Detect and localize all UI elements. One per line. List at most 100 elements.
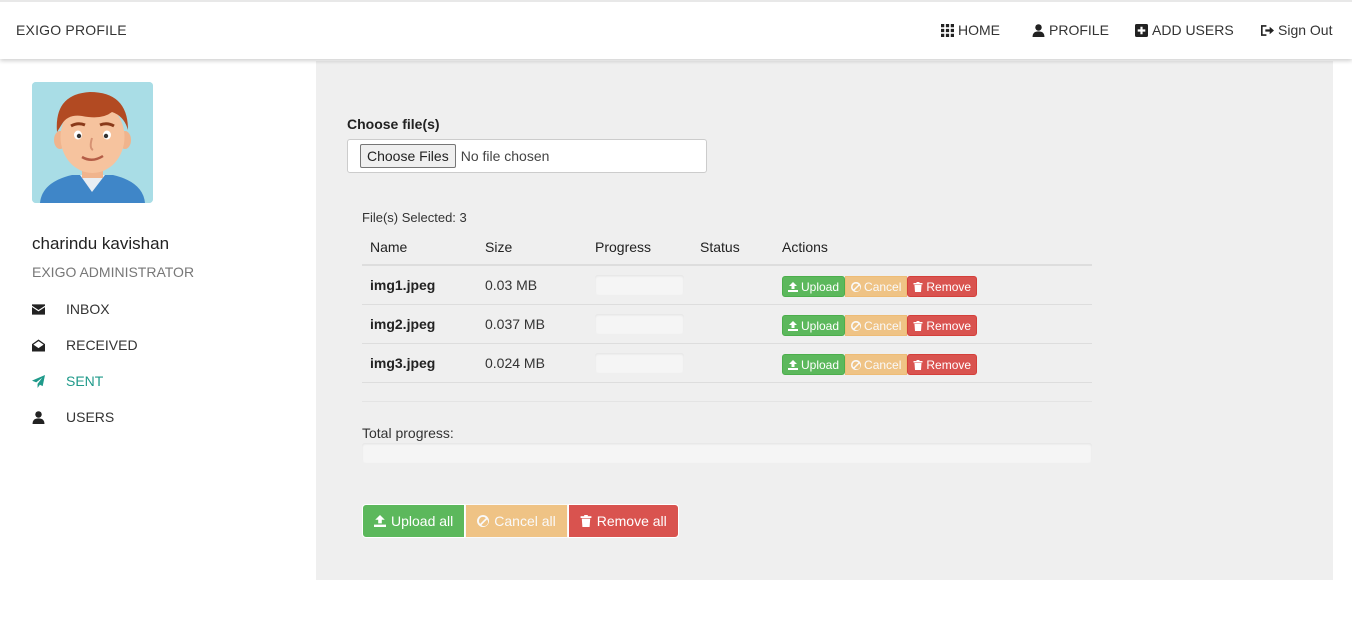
envelope-open-icon [32, 338, 45, 352]
file-name: img2.jpeg [370, 316, 436, 332]
page-scrollbar[interactable] [1346, 61, 1352, 626]
column-header-status: Status [700, 239, 740, 255]
remove-button[interactable]: Remove [907, 354, 978, 375]
upload-icon [788, 320, 798, 331]
file-progress-bar [595, 275, 684, 295]
upload-button-label: Upload [801, 279, 840, 294]
sidebar-item-sent[interactable]: SENT [32, 373, 103, 389]
file-input[interactable]: Choose Files No file chosen [347, 139, 707, 173]
nav-add-users-label: ADD USERS [1152, 22, 1234, 38]
cancel-button-label: Cancel [864, 357, 902, 372]
sign-out-icon [1261, 24, 1274, 36]
divider [362, 401, 1092, 402]
table-row: img3.jpeg 0.024 MB Upload Cancel Remove [362, 344, 1092, 383]
user-icon [32, 410, 45, 424]
cancel-button-label: Cancel [864, 318, 902, 333]
upload-icon [374, 515, 386, 527]
user-name: charindu kavishan [32, 234, 170, 253]
column-header-progress: Progress [595, 239, 652, 255]
column-header-size: Size [485, 239, 513, 255]
upload-button[interactable]: Upload [782, 315, 846, 336]
trash-icon [913, 281, 923, 292]
table-row: img1.jpeg 0.03 MB Upload Cancel Remove [362, 266, 1092, 305]
avatar-illustration [32, 82, 153, 203]
files-selected-count: File(s) Selected: 3 [362, 210, 467, 225]
table-row: img2.jpeg 0.037 MB Upload Cancel Remove [362, 305, 1092, 344]
nav-home-label: HOME [958, 22, 1000, 38]
column-header-name: Name [370, 239, 408, 255]
file-size: 0.024 MB [485, 355, 545, 371]
file-progress-bar [595, 314, 684, 334]
profile-sidebar: charindu kavishan EXIGO ADMINISTRATOR IN… [16, 61, 316, 581]
trash-icon [913, 320, 923, 331]
upload-button[interactable]: Upload [782, 276, 846, 297]
trash-icon [913, 359, 923, 370]
remove-button-label: Remove [926, 357, 972, 372]
remove-button[interactable]: Remove [907, 276, 978, 297]
choose-files-label: Choose file(s) [347, 116, 440, 132]
trash-icon [580, 515, 592, 527]
sidebar-item-label: USERS [66, 409, 115, 425]
upload-icon [788, 359, 798, 370]
sidebar-item-label: RECEIVED [66, 337, 138, 353]
cancel-button[interactable]: Cancel [845, 276, 908, 297]
upload-all-label: Upload all [391, 513, 454, 529]
choose-files-button[interactable]: Choose Files [360, 144, 456, 168]
remove-button-label: Remove [926, 318, 972, 333]
upload-button[interactable]: Upload [782, 354, 846, 375]
cancel-button[interactable]: Cancel [845, 315, 908, 336]
total-progress-label: Total progress: [362, 425, 454, 441]
sidebar-item-users[interactable]: USERS [32, 409, 114, 425]
total-progress-bar [362, 443, 1092, 463]
row-actions: Upload Cancel Remove [782, 354, 978, 375]
ban-icon [851, 320, 862, 331]
cancel-all-button[interactable]: Cancel all [465, 504, 568, 538]
nav-add-users[interactable]: ADD USERS [1135, 22, 1234, 38]
nav-profile[interactable]: PROFILE [1032, 22, 1109, 38]
sidebar-item-label: INBOX [66, 301, 110, 317]
envelope-icon [32, 303, 45, 315]
nav-home[interactable]: HOME [941, 22, 1000, 38]
nav-sign-out[interactable]: Sign Out [1261, 22, 1332, 38]
file-name: img3.jpeg [370, 355, 436, 371]
remove-button-label: Remove [926, 279, 972, 294]
upload-queue-table: Name Size Progress Status Actions img1.j… [362, 231, 1092, 383]
ban-icon [477, 515, 490, 527]
upload-icon [788, 281, 798, 292]
remove-button[interactable]: Remove [907, 315, 978, 336]
brand-title[interactable]: EXIGO PROFILE [16, 22, 127, 38]
sidebar-item-label: SENT [66, 373, 104, 389]
table-header: Name Size Progress Status Actions [362, 231, 1092, 266]
grid-icon [941, 23, 954, 37]
bulk-actions: Upload all Cancel all Remove all [362, 504, 679, 538]
file-name: img1.jpeg [370, 277, 436, 293]
file-size: 0.037 MB [485, 316, 545, 332]
nav-profile-label: PROFILE [1049, 22, 1109, 38]
remove-all-button[interactable]: Remove all [567, 504, 679, 538]
no-file-text: No file chosen [460, 148, 550, 164]
cancel-all-label: Cancel all [494, 513, 556, 529]
remove-all-label: Remove all [596, 513, 667, 529]
upload-all-button[interactable]: Upload all [362, 504, 466, 538]
sidebar-item-received[interactable]: RECEIVED [32, 337, 138, 353]
paper-plane-icon [32, 374, 45, 388]
cancel-button-label: Cancel [864, 279, 902, 294]
avatar [32, 82, 153, 203]
top-navbar: EXIGO PROFILE HOME PROFILE ADD USERS Sig… [0, 0, 1352, 59]
file-progress-bar [595, 353, 684, 373]
ban-icon [851, 359, 862, 370]
user-icon [1032, 23, 1045, 37]
user-role: EXIGO ADMINISTRATOR [32, 264, 195, 280]
plus-square-icon [1135, 23, 1148, 37]
ban-icon [851, 281, 862, 292]
cancel-button[interactable]: Cancel [845, 354, 908, 375]
nav-sign-out-label: Sign Out [1278, 22, 1333, 38]
upload-button-label: Upload [801, 318, 840, 333]
file-size: 0.03 MB [485, 277, 538, 293]
column-header-actions: Actions [782, 239, 828, 255]
upload-panel: Choose file(s) Choose Files No file chos… [316, 61, 1333, 580]
row-actions: Upload Cancel Remove [782, 276, 978, 297]
upload-button-label: Upload [801, 357, 840, 372]
sidebar-item-inbox[interactable]: INBOX [32, 301, 110, 317]
row-actions: Upload Cancel Remove [782, 315, 978, 336]
